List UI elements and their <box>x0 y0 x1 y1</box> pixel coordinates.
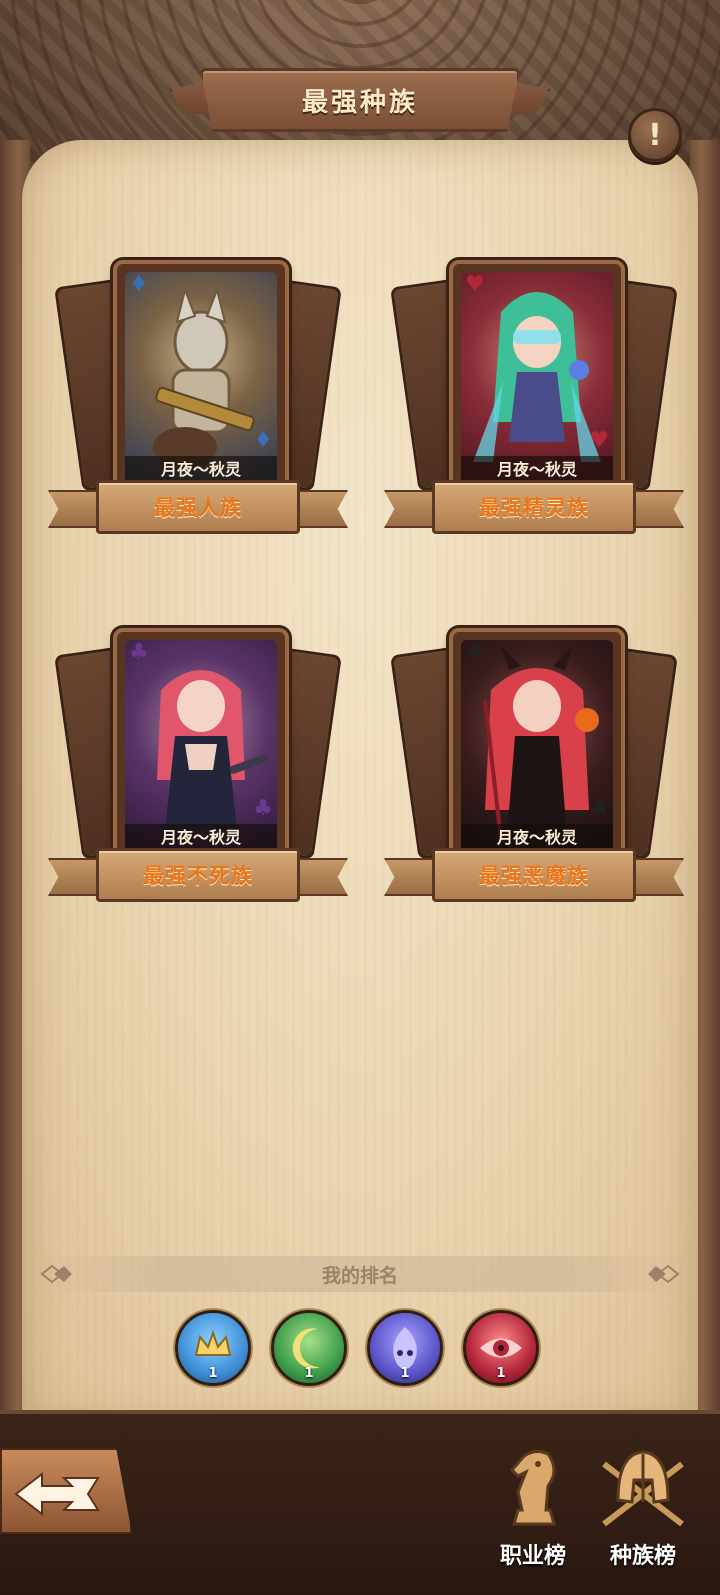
card-title: 最强恶魔族 <box>479 864 589 888</box>
card-ribbon: 最强精灵族 <box>384 480 684 536</box>
rank-number: 1 <box>208 1366 218 1381</box>
heart-suit-icon: ♥ <box>589 428 609 453</box>
card-ribbon: 最强恶魔族 <box>384 848 684 904</box>
rank-number: 1 <box>496 1366 506 1381</box>
card-demon[interactable]: ♠ ♠ 月夜～秋灵 最强恶魔族 <box>384 628 684 908</box>
ornament-icon <box>40 1264 72 1284</box>
hero-card-human[interactable]: ♦ ♦ 月夜～秋灵 <box>113 260 289 496</box>
heart-suit-icon: ♥ <box>465 272 485 297</box>
nav-class-ranking[interactable]: 职业榜 <box>478 1440 588 1580</box>
elf-race-icon[interactable]: 1 <box>271 1310 347 1386</box>
rank-number: 1 <box>400 1366 410 1381</box>
my-ranking-header: 我的排名 <box>30 1256 690 1292</box>
hero-card-elf[interactable]: ♥ ♥ 月夜～秋灵 <box>449 260 625 496</box>
ornament-icon <box>648 1264 680 1284</box>
nav-race-ranking[interactable]: 种族榜 <box>588 1440 698 1580</box>
chess-knight-icon <box>509 1449 556 1526</box>
card-undead[interactable]: ♣ ♣ 月夜～秋灵 最强不死族 <box>48 628 348 908</box>
card-ribbon: 最强不死族 <box>48 848 348 904</box>
title-banner: 最强种族 <box>170 58 550 150</box>
hero-card-demon[interactable]: ♠ ♠ 月夜～秋灵 <box>449 628 625 864</box>
page-title: 最强种族 <box>301 88 418 118</box>
card-ribbon: 最强人族 <box>48 480 348 536</box>
human-race-icon[interactable]: 1 <box>175 1310 251 1386</box>
card-elf[interactable]: ♥ ♥ 月夜～秋灵 最强精灵族 <box>384 260 684 540</box>
nav-label: 种族榜 <box>609 1544 676 1569</box>
card-human[interactable]: ♦ ♦ 月夜～秋灵 最强人族 <box>48 260 348 540</box>
undead-race-icon[interactable]: 1 <box>367 1310 443 1386</box>
race-rank-list: 1 1 1 1 <box>0 1310 720 1390</box>
back-button[interactable] <box>0 1448 132 1534</box>
back-arrow-icon <box>14 1471 100 1517</box>
my-ranking-label: 我的排名 <box>321 1264 398 1287</box>
diamond-suit-icon: ♦ <box>129 272 149 297</box>
demon-race-icon[interactable]: 1 <box>463 1310 539 1386</box>
card-title: 最强人族 <box>154 496 242 520</box>
rank-number: 1 <box>304 1366 314 1381</box>
card-title: 最强精灵族 <box>479 496 589 520</box>
card-title: 最强不死族 <box>143 864 253 888</box>
club-suit-icon: ♣ <box>129 640 149 665</box>
club-suit-icon: ♣ <box>253 796 273 821</box>
info-button[interactable]: ! <box>628 108 682 162</box>
diamond-suit-icon: ♦ <box>253 428 273 453</box>
helmet-crossed-swords-icon <box>602 1450 684 1527</box>
spade-suit-icon: ♠ <box>465 640 485 665</box>
exclamation-icon: ! <box>648 117 662 153</box>
nav-label: 职业榜 <box>499 1544 566 1569</box>
spade-suit-icon: ♠ <box>589 796 609 821</box>
hero-card-undead[interactable]: ♣ ♣ 月夜～秋灵 <box>113 628 289 864</box>
